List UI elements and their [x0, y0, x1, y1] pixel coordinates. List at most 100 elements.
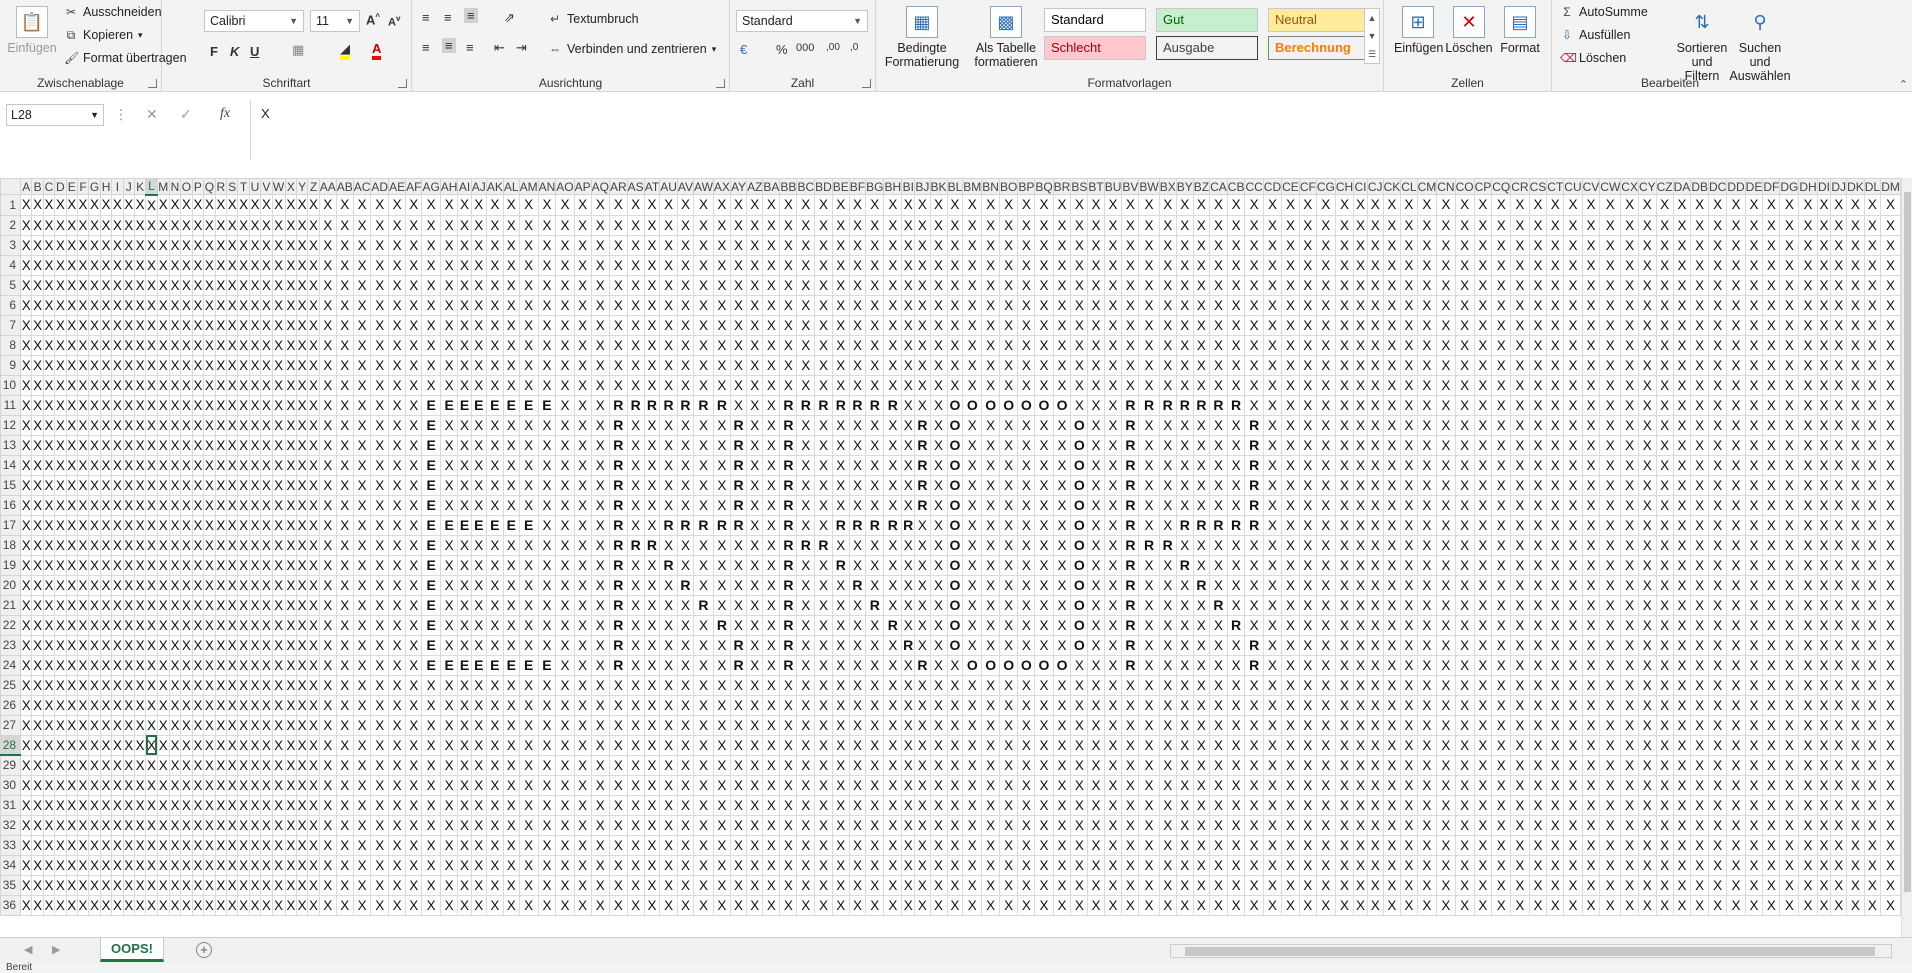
cell[interactable]: X	[883, 754, 903, 776]
cell[interactable]: X	[145, 654, 158, 676]
cell[interactable]: X	[712, 434, 731, 456]
cell[interactable]: X	[145, 294, 158, 316]
cell[interactable]: X	[1087, 654, 1105, 676]
cell[interactable]: X	[1209, 454, 1228, 476]
cell[interactable]: X	[1158, 614, 1177, 636]
cell[interactable]: X	[762, 614, 781, 636]
cell[interactable]: X	[518, 674, 539, 696]
cell[interactable]: X	[693, 674, 714, 696]
cell[interactable]: X	[914, 834, 931, 856]
cell[interactable]: X	[31, 514, 44, 536]
cell[interactable]: X	[1528, 514, 1548, 536]
cell[interactable]: X	[1655, 474, 1674, 496]
cell[interactable]: X	[226, 434, 239, 456]
cell[interactable]: X	[1707, 354, 1728, 376]
cell[interactable]: X	[485, 894, 504, 916]
cell[interactable]: X	[1366, 574, 1384, 596]
cell[interactable]: X	[122, 534, 135, 556]
cell[interactable]: X	[814, 634, 833, 656]
cell[interactable]: X	[1315, 674, 1336, 696]
cell[interactable]: X	[485, 534, 504, 556]
cell[interactable]: X	[1034, 534, 1054, 556]
cell[interactable]: X	[1138, 634, 1160, 656]
cell[interactable]: R	[608, 474, 628, 496]
cell[interactable]: X	[981, 754, 1000, 776]
cell[interactable]: X	[42, 414, 56, 436]
cell[interactable]: X	[439, 714, 459, 736]
cell[interactable]: X	[914, 794, 931, 816]
cell[interactable]: X	[814, 774, 833, 796]
cell[interactable]: X	[99, 694, 113, 716]
cell[interactable]: X	[1599, 614, 1622, 636]
cell[interactable]: X	[590, 594, 610, 616]
cell[interactable]: X	[1334, 574, 1355, 596]
cell[interactable]: X	[998, 774, 1019, 796]
cell[interactable]: X	[1298, 894, 1317, 916]
cell[interactable]: R	[1121, 614, 1140, 636]
cell[interactable]: X	[1262, 514, 1283, 536]
column-header[interactable]: K	[133, 178, 147, 195]
cell[interactable]: X	[180, 534, 193, 556]
cell[interactable]: X	[1103, 294, 1123, 316]
cell[interactable]: X	[1510, 394, 1530, 416]
cell[interactable]: X	[99, 834, 113, 856]
cell[interactable]: X	[1070, 694, 1089, 716]
cell[interactable]: X	[729, 694, 748, 716]
cell[interactable]: X	[1830, 334, 1848, 356]
cell[interactable]: X	[284, 774, 298, 796]
cell[interactable]: X	[643, 314, 661, 336]
cell[interactable]: X	[1599, 654, 1622, 676]
cell[interactable]: X	[643, 714, 661, 736]
cell[interactable]: X	[659, 854, 678, 876]
cell[interactable]: X	[779, 854, 798, 876]
cell[interactable]: X	[271, 474, 286, 496]
cell[interactable]: X	[1209, 234, 1228, 256]
cell[interactable]: X	[485, 454, 504, 476]
cell[interactable]: X	[848, 434, 867, 456]
formula-input[interactable]: X	[250, 100, 1898, 160]
cell[interactable]: X	[643, 894, 661, 916]
cell[interactable]: X	[1779, 434, 1800, 456]
cell[interactable]: X	[1034, 514, 1054, 536]
cell[interactable]: X	[1863, 854, 1882, 876]
cell[interactable]: X	[1846, 254, 1865, 276]
cell[interactable]: X	[1087, 214, 1105, 236]
cell[interactable]: X	[865, 634, 885, 656]
cell[interactable]: X	[54, 334, 67, 356]
cell[interactable]: X	[1473, 434, 1493, 456]
cell[interactable]: X	[421, 774, 441, 796]
column-header[interactable]: U	[248, 178, 262, 195]
cell[interactable]: X	[1690, 734, 1709, 756]
cell[interactable]: X	[1473, 454, 1493, 476]
cell[interactable]: X	[1779, 894, 1800, 916]
cell[interactable]: R	[883, 614, 903, 636]
cell[interactable]: X	[814, 514, 833, 536]
cell[interactable]: X	[693, 774, 714, 796]
cell[interactable]: X	[237, 634, 250, 656]
cell[interactable]: X	[335, 414, 354, 436]
cell[interactable]: X	[370, 254, 390, 276]
cell[interactable]: X	[1637, 794, 1657, 816]
cell[interactable]: X	[1353, 774, 1368, 796]
cell[interactable]: X	[122, 714, 135, 736]
cell[interactable]: X	[831, 274, 850, 296]
cell[interactable]: X	[54, 234, 67, 256]
cell[interactable]: X	[981, 854, 1000, 876]
cell[interactable]: X	[1563, 434, 1583, 456]
cell[interactable]: X	[1121, 694, 1140, 716]
cell[interactable]: X	[457, 674, 472, 696]
cell[interactable]: X	[1546, 194, 1565, 216]
cell[interactable]: X	[608, 234, 628, 256]
cell[interactable]: X	[54, 594, 67, 616]
cell[interactable]: X	[335, 594, 354, 616]
cell[interactable]: X	[659, 274, 678, 296]
cell[interactable]: X	[1726, 774, 1746, 796]
cell[interactable]: X	[1816, 194, 1832, 216]
cell[interactable]: X	[1599, 354, 1622, 376]
cell[interactable]: X	[901, 674, 916, 696]
cell[interactable]: X	[1846, 594, 1865, 616]
cell[interactable]: X	[1528, 294, 1548, 316]
cell[interactable]: X	[555, 374, 575, 396]
cell[interactable]: X	[1672, 874, 1692, 896]
row-header[interactable]: 33	[0, 834, 22, 856]
